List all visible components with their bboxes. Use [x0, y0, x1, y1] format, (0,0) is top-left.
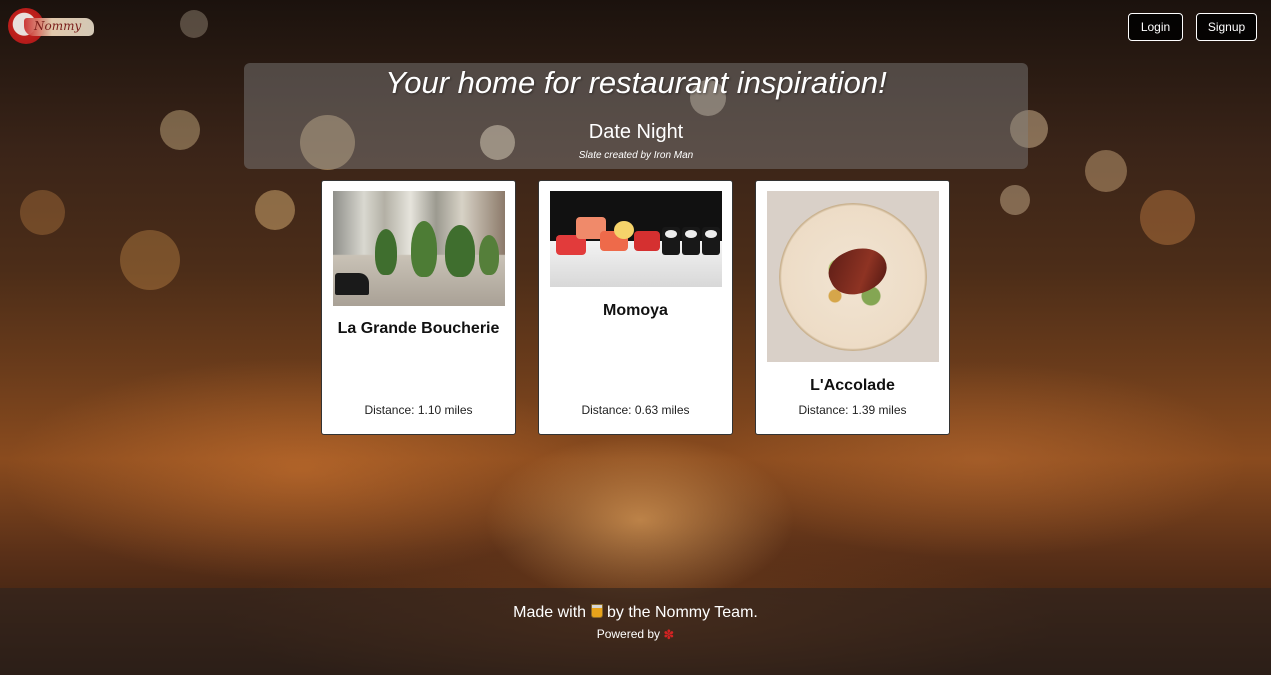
- restaurant-name: L'Accolade: [810, 377, 895, 394]
- logo[interactable]: Nommy: [8, 8, 94, 44]
- bokeh-light: [20, 190, 65, 235]
- login-button[interactable]: Login: [1128, 13, 1183, 41]
- plant-shape: [445, 225, 475, 277]
- restaurant-name: Momoya: [603, 302, 668, 319]
- slate-name: Date Night: [588, 121, 684, 143]
- plant-shape: [479, 235, 499, 275]
- piano-shape: [335, 273, 369, 295]
- sushi-roll-shape: [682, 227, 700, 255]
- plant-shape: [411, 221, 437, 277]
- yelp-icon[interactable]: ✽: [663, 627, 674, 643]
- restaurant-name: La Grande Boucherie: [337, 320, 500, 337]
- logo-text: Nommy: [34, 19, 82, 33]
- bokeh-light: [120, 230, 180, 290]
- footer-powered: Powered by ✽: [0, 627, 1271, 643]
- restaurant-card[interactable]: La Grande Boucherie Distance: 1.10 miles: [321, 180, 516, 435]
- restaurant-photo: [767, 191, 939, 362]
- slate-creator: Slate created by Iron Man: [578, 150, 694, 161]
- bokeh-light: [160, 110, 200, 150]
- restaurant-distance: Distance: 1.10 miles: [364, 403, 473, 417]
- sushi-roll-shape: [702, 227, 720, 255]
- restaurant-card[interactable]: Momoya Distance: 0.63 miles: [538, 180, 733, 435]
- bokeh-light: [180, 10, 208, 38]
- page-background: Nommy Login Signup Your home for restaur…: [0, 0, 1271, 675]
- restaurant-card[interactable]: L'Accolade Distance: 1.39 miles: [755, 180, 950, 435]
- restaurant-distance: Distance: 0.63 miles: [581, 403, 690, 417]
- hero-panel: Your home for restaurant inspiration! Da…: [244, 63, 1028, 169]
- footer-made-prefix: Made with: [513, 604, 587, 621]
- bokeh-light: [1085, 150, 1127, 192]
- sushi-roll-shape: [662, 227, 680, 255]
- restaurant-photo: [550, 191, 722, 287]
- bokeh-light: [255, 190, 295, 230]
- footer: Made with by the Nommy Team. Powered by …: [0, 588, 1271, 675]
- bokeh-light: [1000, 185, 1030, 215]
- sushi-shape: [634, 231, 660, 251]
- drink-icon: [590, 604, 603, 618]
- hero-title: Your home for restaurant inspiration!: [385, 65, 887, 100]
- restaurant-photo: [333, 191, 505, 306]
- footer-powered-label: Powered by: [596, 627, 661, 641]
- bokeh-light: [1140, 190, 1195, 245]
- plant-shape: [375, 229, 397, 275]
- signup-button[interactable]: Signup: [1196, 13, 1257, 41]
- lemon-shape: [614, 221, 634, 239]
- footer-made-suffix: by the Nommy Team.: [606, 604, 758, 621]
- restaurant-distance: Distance: 1.39 miles: [798, 403, 907, 417]
- footer-credit: Made with by the Nommy Team.: [0, 604, 1271, 622]
